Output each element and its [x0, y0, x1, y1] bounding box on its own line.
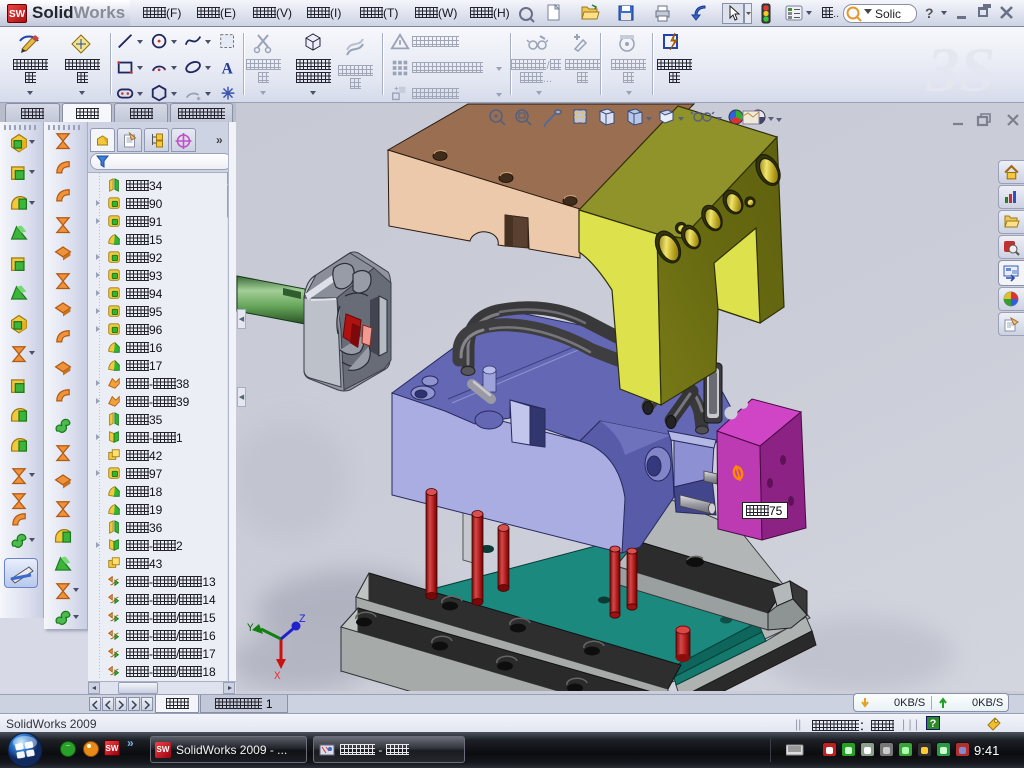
- svg-text:A: A: [222, 60, 234, 77]
- svg-text:Z: Z: [299, 614, 306, 626]
- svg-text:Y: Y: [247, 623, 254, 635]
- svg-text:ЗS: ЗS: [926, 34, 995, 101]
